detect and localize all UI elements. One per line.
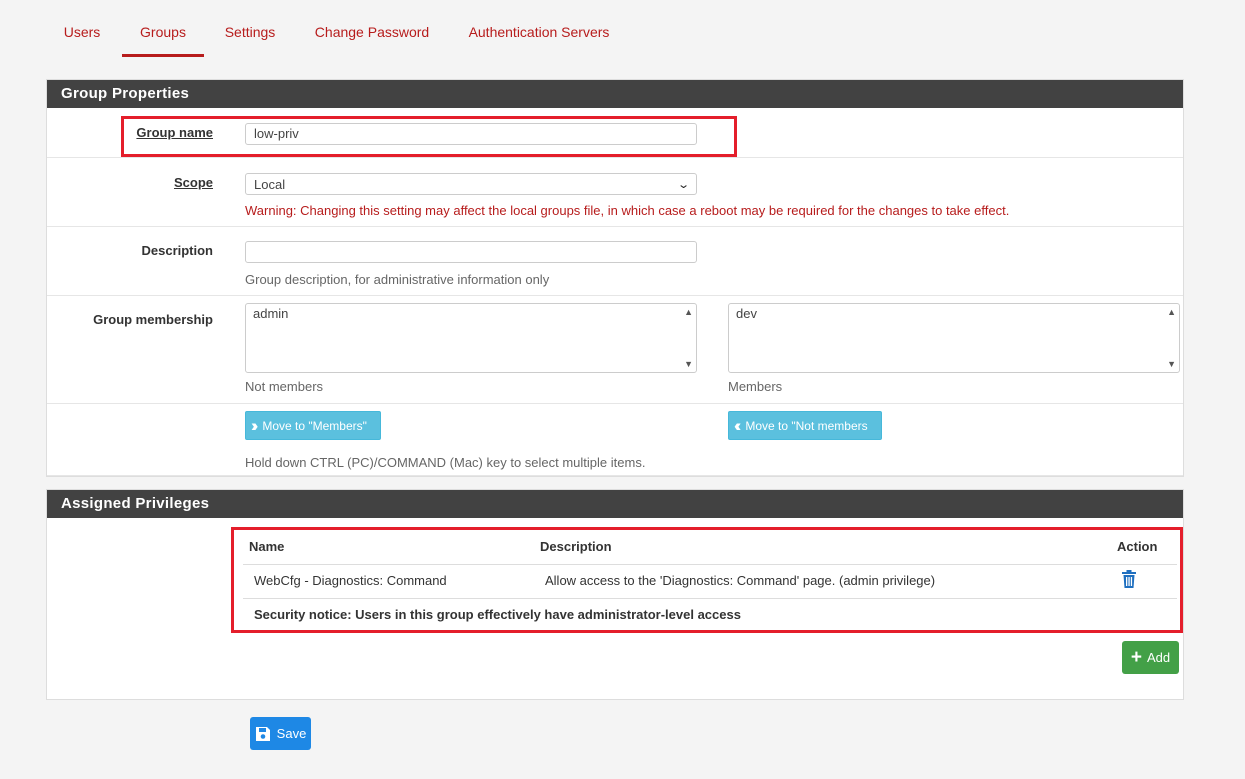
group-name-label: Group name — [136, 125, 213, 140]
scope-warning: Warning: Changing this setting may affec… — [245, 203, 1010, 218]
save-label: Save — [276, 726, 307, 741]
save-button[interactable]: Save — [250, 717, 311, 750]
description-input[interactable] — [245, 241, 697, 263]
move-to-not-members-label: Move to "Not members — [745, 418, 868, 433]
tab-users[interactable]: Users — [50, 14, 114, 54]
group-membership-row: Group membership admin ▲ ▼ Not members d… — [47, 296, 1183, 404]
members-caption: Members — [728, 379, 783, 394]
move-to-members-label: Move to "Members" — [262, 418, 367, 433]
move-to-members-button[interactable]: ›› Move to "Members" — [245, 411, 381, 440]
tab-change-password[interactable]: Change Password — [304, 14, 440, 54]
row-divider — [243, 598, 1177, 599]
assigned-privileges-heading: Assigned Privileges — [47, 490, 1183, 518]
group-properties-heading: Group Properties — [47, 80, 1183, 108]
scope-label: Scope — [173, 175, 213, 190]
column-header-description: Description — [540, 539, 612, 554]
plus-icon: + — [1130, 646, 1142, 668]
scope-selected-value: Local — [254, 176, 286, 192]
column-header-name: Name — [249, 539, 285, 554]
scroll-down-icon[interactable]: ▼ — [1167, 359, 1176, 369]
tab-authentication-servers[interactable]: Authentication Servers — [456, 14, 622, 54]
list-item[interactable]: dev — [736, 306, 1172, 321]
not-members-listbox[interactable]: admin ▲ ▼ — [245, 303, 697, 373]
security-notice: Security notice: Users in this group eff… — [254, 607, 741, 622]
group-name-input[interactable]: low-priv — [245, 123, 697, 145]
privilege-description: Allow access to the 'Diagnostics: Comman… — [545, 573, 936, 588]
add-label: Add — [1146, 650, 1171, 665]
members-listbox[interactable]: dev ▲ ▼ — [728, 303, 1180, 373]
add-privilege-button[interactable]: + Add — [1122, 641, 1179, 674]
description-row: Description Group description, for admin… — [47, 227, 1183, 296]
scroll-up-icon[interactable]: ▲ — [684, 307, 693, 317]
move-to-not-members-button[interactable]: ‹‹ Move to "Not members — [728, 411, 882, 440]
privilege-name: WebCfg - Diagnostics: Command — [254, 573, 447, 588]
description-label: Description — [141, 243, 213, 258]
tab-groups[interactable]: Groups — [122, 14, 204, 57]
header-divider — [243, 564, 1177, 565]
group-membership-label: Group membership — [93, 312, 213, 327]
chevron-down-icon: ⌄ — [676, 178, 690, 191]
multi-select-hint: Hold down CTRL (PC)/COMMAND (Mac) key to… — [245, 455, 646, 470]
column-header-action: Action — [1117, 539, 1158, 554]
scope-select[interactable]: Local ⌄ — [245, 173, 697, 195]
trash-icon[interactable] — [1121, 570, 1137, 588]
assigned-privileges-panel: Assigned Privileges Name Description Act… — [46, 489, 1184, 700]
group-properties-panel: Group Properties Group name low-priv Sco… — [46, 79, 1184, 477]
move-buttons-row: ›› Move to "Members" ‹‹ Move to "Not mem… — [47, 404, 1183, 476]
scroll-down-icon[interactable]: ▼ — [684, 359, 693, 369]
description-help: Group description, for administrative in… — [245, 272, 550, 287]
scope-row: Scope Local ⌄ Warning: Changing this set… — [47, 158, 1183, 227]
scroll-up-icon[interactable]: ▲ — [1167, 307, 1176, 317]
not-members-caption: Not members — [245, 379, 324, 394]
group-name-row: Group name low-priv — [47, 108, 1183, 158]
tab-settings[interactable]: Settings — [214, 14, 286, 54]
double-chevron-left-icon: ‹‹ — [734, 415, 742, 435]
list-item[interactable]: admin — [253, 306, 689, 321]
floppy-disk-icon — [255, 726, 270, 741]
double-chevron-right-icon: ›› — [251, 415, 259, 435]
